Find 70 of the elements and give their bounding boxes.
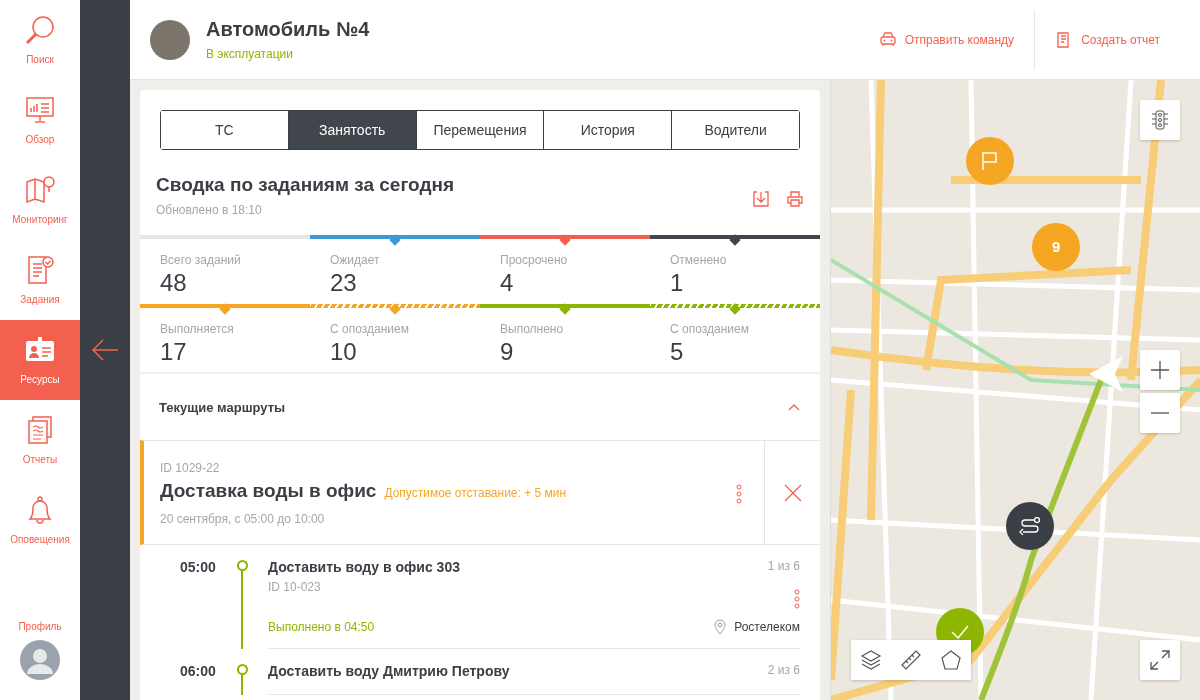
traffic-button[interactable]	[1140, 100, 1180, 140]
header-action-button[interactable]: Создать отчет	[1034, 9, 1180, 70]
close-icon	[783, 483, 802, 502]
zoom-out-button[interactable]	[1140, 393, 1180, 433]
layers-button[interactable]	[851, 640, 891, 680]
stop-counter: 2 из 6	[767, 661, 800, 679]
tab[interactable]: Занятость	[288, 111, 417, 149]
updated-time: Обновлено в 18:10	[156, 201, 263, 219]
flag-icon	[980, 150, 999, 171]
stat-label: С опозданием	[670, 320, 750, 338]
print-icon[interactable]	[786, 190, 804, 208]
stat-value: 23	[330, 268, 358, 298]
stat-label: Ожидает	[330, 251, 381, 269]
stat-value: 17	[160, 337, 188, 367]
layers-icon	[860, 649, 882, 671]
search-icon	[24, 13, 56, 46]
stop-time: 06:00	[180, 661, 217, 681]
stop-location: Ростелеком	[734, 618, 800, 636]
stat-value: 9	[500, 337, 515, 367]
route-tolerance: Допустимое отставание: + 5 мин	[384, 485, 567, 503]
stat-value: 48	[160, 268, 188, 298]
nav-item[interactable]: Ресурсы	[0, 320, 80, 400]
map-pin-icon	[24, 173, 56, 206]
car-photo-placeholder	[150, 19, 190, 60]
avatar[interactable]	[20, 640, 60, 680]
route-icon	[1019, 517, 1042, 536]
stat-value: 10	[330, 337, 358, 367]
tab[interactable]: ТС	[161, 111, 289, 149]
download-icon[interactable]	[752, 190, 770, 208]
routes-title: Текущие маршруты	[159, 398, 286, 417]
stat-label: Просрочено	[500, 251, 569, 269]
summary-title: Сводка по заданиям за сегодня	[156, 174, 455, 197]
vehicle-status: В эксплуатации	[206, 45, 294, 63]
fullscreen-button[interactable]	[1140, 640, 1180, 680]
stop-status: Выполнено в 04:50	[268, 618, 375, 636]
stat-label: Всего заданий	[160, 251, 242, 269]
header-action-button[interactable]: Отправить команду	[858, 9, 1035, 70]
stop-title: Доставить воду в офис 303	[268, 557, 460, 577]
car-icon	[878, 30, 897, 49]
check-icon	[951, 624, 970, 639]
route-id: ID 1029-22	[160, 460, 221, 478]
stop-counter: 1 из 6	[767, 557, 800, 575]
route-title: Доставка воды в офис	[160, 479, 377, 504]
stat-value: 1	[670, 268, 685, 298]
pentagon-icon	[940, 649, 962, 671]
direction-arrow-icon	[1089, 356, 1123, 392]
route-period: 20 сентября, с 05:00 до 10:00	[160, 510, 326, 528]
stat-label: Выполняется	[160, 320, 235, 338]
stat-label: Отменено	[670, 251, 728, 269]
stat-value: 5	[670, 337, 685, 367]
polygon-button[interactable]	[931, 640, 971, 680]
more-icon[interactable]	[736, 484, 742, 505]
zoom-in-button[interactable]	[1140, 350, 1180, 390]
pin-icon	[714, 618, 727, 635]
minus-icon	[1149, 412, 1171, 414]
more-icon[interactable]	[794, 588, 800, 609]
stat-label: Выполнено	[500, 320, 565, 338]
chevron-icon[interactable]	[788, 403, 800, 412]
vehicle-title: Автомобиль №4	[206, 16, 370, 41]
expand-icon	[1149, 649, 1171, 671]
stop-time: 05:00	[180, 557, 217, 577]
stat-label: С опозданием	[330, 320, 410, 338]
back-arrow-icon[interactable]	[91, 338, 119, 362]
plus-icon	[1149, 359, 1171, 381]
profile-label[interactable]: Профиль	[18, 619, 62, 634]
ruler-icon	[900, 649, 922, 671]
stop-id: ID 10-023	[268, 578, 321, 596]
traffic-light-icon	[1149, 109, 1171, 131]
stop-title: Доставить воду Дмитрию Петрову	[268, 661, 510, 681]
stat-value: 4	[500, 268, 515, 298]
